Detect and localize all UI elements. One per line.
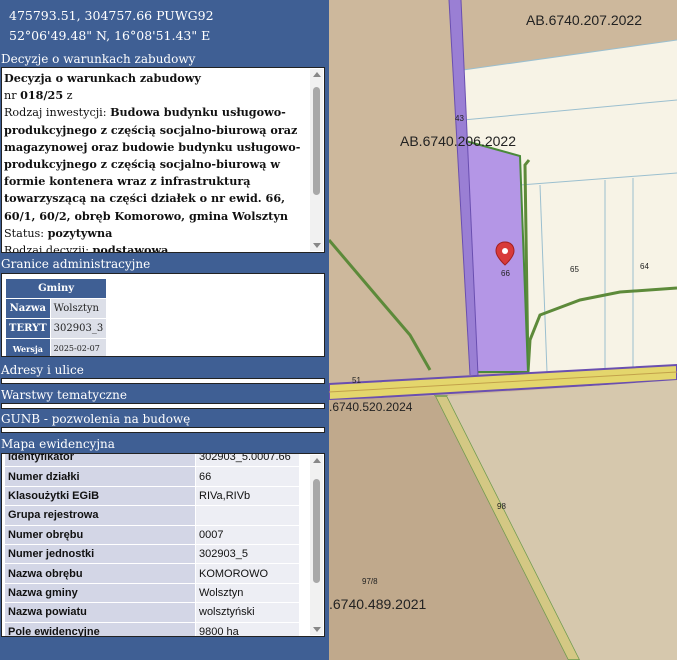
table-row: Klasoużytki EGiB RIVa,RIVb <box>5 486 299 506</box>
ew-key: Nazwa gminy <box>5 583 195 603</box>
section-title-warstwy[interactable]: Warstwy tematyczne <box>0 388 127 403</box>
ew-key: Nazwa obrębu <box>5 564 195 583</box>
gminy-key-nazwa: Nazwa <box>6 299 50 318</box>
decyzje-content: Decyzja o warunkach zabudowy nr 018/25 z… <box>2 68 324 253</box>
gminy-header: Gminy <box>6 279 107 298</box>
parcel-number-43: 43 <box>455 114 464 123</box>
scroll-up-icon[interactable] <box>313 72 321 77</box>
map-label-ab206: AB.6740.206.2022 <box>400 133 516 149</box>
status-value: pozytywna <box>47 225 113 240</box>
rodzaj-decyzji-label: Rodzaj decyzji: <box>4 244 93 253</box>
parcel-number-64: 64 <box>640 262 649 271</box>
parcel-number-51: 51 <box>352 376 361 385</box>
parcel-number-98: 98 <box>497 502 506 511</box>
gminy-value-nazwa: Wolsztyn <box>50 299 107 318</box>
parcel-number-65: 65 <box>570 265 579 274</box>
table-row: Pole ewidencyjne 9800 ha <box>5 622 299 636</box>
ew-value: wolsztyński <box>196 603 299 622</box>
ew-key: Klasoużytki EGiB <box>5 486 195 506</box>
ew-value: KOMOROWO <box>196 564 299 583</box>
gminy-value-teryt: 302903_3 <box>50 319 107 338</box>
status-label: Status: <box>4 226 48 240</box>
decyzje-scrollbar[interactable] <box>310 69 323 251</box>
ew-key: Numer jednostki <box>5 544 195 564</box>
ewidencja-scrollbar[interactable] <box>310 455 323 635</box>
warstwy-box <box>1 403 325 409</box>
section-title-adresy[interactable]: Adresy i ulice <box>0 363 84 378</box>
section-title-decyzje[interactable]: Decyzje o warunkach zabudowy <box>0 52 195 67</box>
ew-key: Numer obrębu <box>5 525 195 544</box>
gminy-key-wersja: Wersja <box>6 339 50 356</box>
table-row: Grupa rejestrowa <box>5 506 299 525</box>
rodzaj-inwestycji-label: Rodzaj inwestycji: <box>4 106 111 120</box>
coords-puwg92: 475793.51, 304757.66 PUWG92 <box>9 8 214 23</box>
parcel-number-97-8: 97/8 <box>362 577 378 586</box>
info-panel: 475793.51, 304757.66 PUWG92 52°06'49.48"… <box>0 0 329 660</box>
ew-value: RIVa,RIVb <box>196 486 299 506</box>
rodzaj-inwestycji-value: Budowa budynku usługowo-produkcyjnego z … <box>4 105 301 223</box>
scroll-down-icon[interactable] <box>313 243 321 248</box>
ewidencja-box: Identyfikator 302903_5.0007.66 Numer dzia… <box>1 453 325 637</box>
gminy-table: Gminy Nazwa Wolsztyn TERYT 302903_3 Wers… <box>5 278 107 356</box>
table-row: Nazwa gminy Wolsztyn <box>5 583 299 603</box>
ew-value: Wolsztyn <box>196 583 299 603</box>
ew-key: Nazwa powiatu <box>5 603 195 622</box>
rodzaj-decyzji-value: podstawowa <box>92 243 169 253</box>
ew-key: Pole ewidencyjne <box>5 622 195 636</box>
ew-value: 302903_5 <box>196 544 299 564</box>
gminy-key-teryt: TERYT <box>6 319 50 338</box>
ew-value: 302903_5.0007.66 <box>196 454 299 467</box>
scroll-thumb[interactable] <box>313 479 320 583</box>
section-title-granice[interactable]: Granice administracyjne <box>0 257 150 272</box>
decyzja-heading: Decyzja o warunkach zabudowy <box>4 71 201 85</box>
parcel-number-66: 66 <box>501 269 510 278</box>
ew-value <box>196 506 299 525</box>
scroll-up-icon[interactable] <box>313 458 321 463</box>
coordinates: 475793.51, 304757.66 PUWG92 52°06'49.48"… <box>0 0 329 46</box>
decyzje-box: Decyzja o warunkach zabudowy nr 018/25 z… <box>1 67 325 253</box>
table-row: Numer obrębu 0007 <box>5 525 299 544</box>
ew-key: Identyfikator <box>5 454 195 467</box>
section-title-mapa[interactable]: Mapa ewidencyjna <box>0 437 115 452</box>
map-label-ab520: .6740.520.2024 <box>329 400 413 414</box>
ew-key: Numer działki <box>5 467 195 486</box>
table-row: Nazwa obrębu KOMOROWO <box>5 564 299 583</box>
ew-key: Grupa rejestrowa <box>5 506 195 525</box>
map-label-ab207: AB.6740.207.2022 <box>526 12 642 28</box>
table-row: Nazwa powiatu wolsztyński <box>5 603 299 622</box>
scroll-down-icon[interactable] <box>313 627 321 632</box>
granice-box: Gminy Nazwa Wolsztyn TERYT 302903_3 Wers… <box>1 273 325 357</box>
section-title-gunb[interactable]: GUNB - pozwolenia na budowę <box>0 412 190 427</box>
table-row: Identyfikator 302903_5.0007.66 <box>5 454 299 467</box>
scroll-thumb[interactable] <box>313 87 320 195</box>
decyzja-nr: 018/25 <box>20 88 64 103</box>
ewidencja-table: Identyfikator 302903_5.0007.66 Numer dzia… <box>4 454 300 636</box>
table-row: Numer działki 66 <box>5 467 299 486</box>
gunb-box <box>1 427 325 433</box>
ew-value: 66 <box>196 467 299 486</box>
decyzja-nr-prefix: nr <box>4 89 21 103</box>
ew-value: 9800 ha <box>196 622 299 636</box>
table-row: Numer jednostki 302903_5 <box>5 544 299 564</box>
map-label-ab489: .6740.489.2021 <box>329 596 427 612</box>
coords-wgs84: 52°06'49.48" N, 16°08'51.43" E <box>9 28 211 43</box>
decyzja-nr-suffix: z <box>63 89 73 103</box>
ew-value: 0007 <box>196 525 299 544</box>
adresy-box <box>1 378 325 384</box>
gminy-value-wersja: 2025-02-07 <box>50 339 107 356</box>
